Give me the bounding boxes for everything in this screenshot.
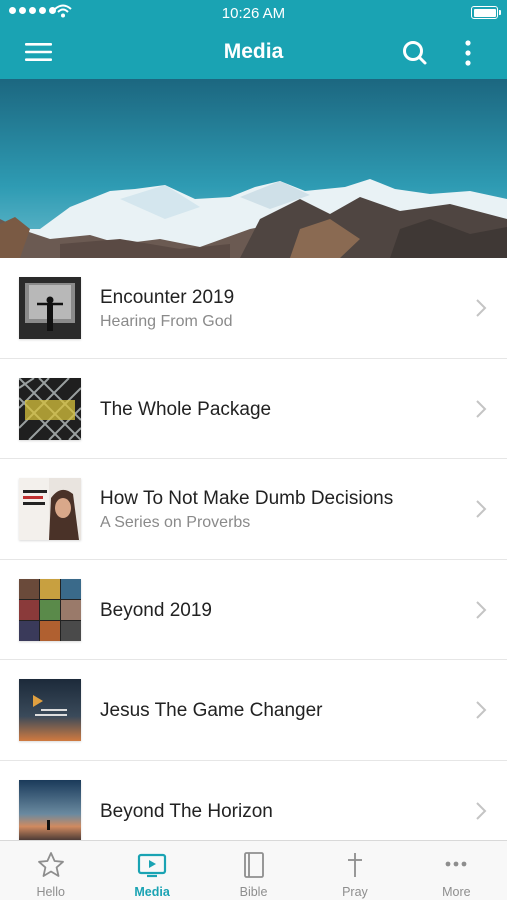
list-item-title: Beyond 2019 xyxy=(100,599,212,621)
cross-icon xyxy=(347,853,362,877)
book-icon xyxy=(243,852,264,878)
more-vertical-icon[interactable] xyxy=(458,38,478,68)
tab-label: Pray xyxy=(342,885,368,899)
tab-media[interactable]: Media xyxy=(101,841,202,900)
tab-label: More xyxy=(442,885,471,899)
list-item-subtitle: A Series on Proverbs xyxy=(100,514,251,531)
nav-bar: Media xyxy=(0,26,507,79)
tab-more[interactable]: More xyxy=(406,841,507,900)
series-thumbnail xyxy=(19,277,81,339)
search-icon[interactable] xyxy=(400,38,430,68)
status-time: 10:26 AM xyxy=(221,5,286,22)
chevron-right-icon xyxy=(476,500,487,518)
series-thumbnail xyxy=(19,478,81,540)
list-item[interactable]: Encounter 2019 Hearing From God xyxy=(0,258,507,359)
tv-play-icon xyxy=(138,853,167,878)
series-thumbnail xyxy=(19,779,81,840)
tab-label: Bible xyxy=(239,885,268,899)
tab-label: Hello xyxy=(36,885,65,899)
tab-label: Media xyxy=(134,885,170,899)
chevron-right-icon xyxy=(476,299,487,317)
list-item[interactable]: Beyond The Horizon xyxy=(0,760,507,840)
chevron-right-icon xyxy=(476,600,487,619)
series-thumbnail xyxy=(19,377,81,440)
list-item[interactable]: Beyond 2019 xyxy=(0,559,507,660)
mountain-landscape xyxy=(0,79,507,258)
list-item-title: Beyond The Horizon xyxy=(100,800,273,822)
list-item-title: The Whole Package xyxy=(100,398,272,420)
series-thumbnail xyxy=(19,578,81,641)
tab-hello[interactable]: Hello xyxy=(0,841,101,900)
star-icon xyxy=(37,852,64,877)
list-item-title: How To Not Make Dumb Decisions xyxy=(100,488,394,509)
list-item[interactable]: The Whole Package xyxy=(0,358,507,459)
list-item-title: Jesus The Game Changer xyxy=(100,700,323,721)
ellipsis-icon xyxy=(445,861,467,867)
media-list: Encounter 2019 Hearing From God The Whol… xyxy=(0,258,507,840)
tab-bar: Hello Media Bible Pray More xyxy=(0,840,507,900)
chevron-right-icon xyxy=(476,801,487,820)
list-item-title: Encounter 2019 xyxy=(100,287,235,308)
tab-bible[interactable]: Bible xyxy=(203,841,304,900)
status-bar: 10:26 AM xyxy=(0,0,507,26)
list-item-subtitle: Hearing From God xyxy=(100,313,233,330)
hero-banner-image xyxy=(0,79,507,258)
list-item[interactable]: How To Not Make Dumb Decisions A Series … xyxy=(0,459,507,560)
chevron-right-icon xyxy=(476,701,487,719)
tab-pray[interactable]: Pray xyxy=(304,841,405,900)
list-item[interactable]: Jesus The Game Changer xyxy=(0,660,507,761)
chevron-right-icon xyxy=(476,399,487,418)
series-thumbnail xyxy=(19,679,81,741)
page-title: Media xyxy=(223,40,284,63)
battery-icon xyxy=(471,6,501,19)
